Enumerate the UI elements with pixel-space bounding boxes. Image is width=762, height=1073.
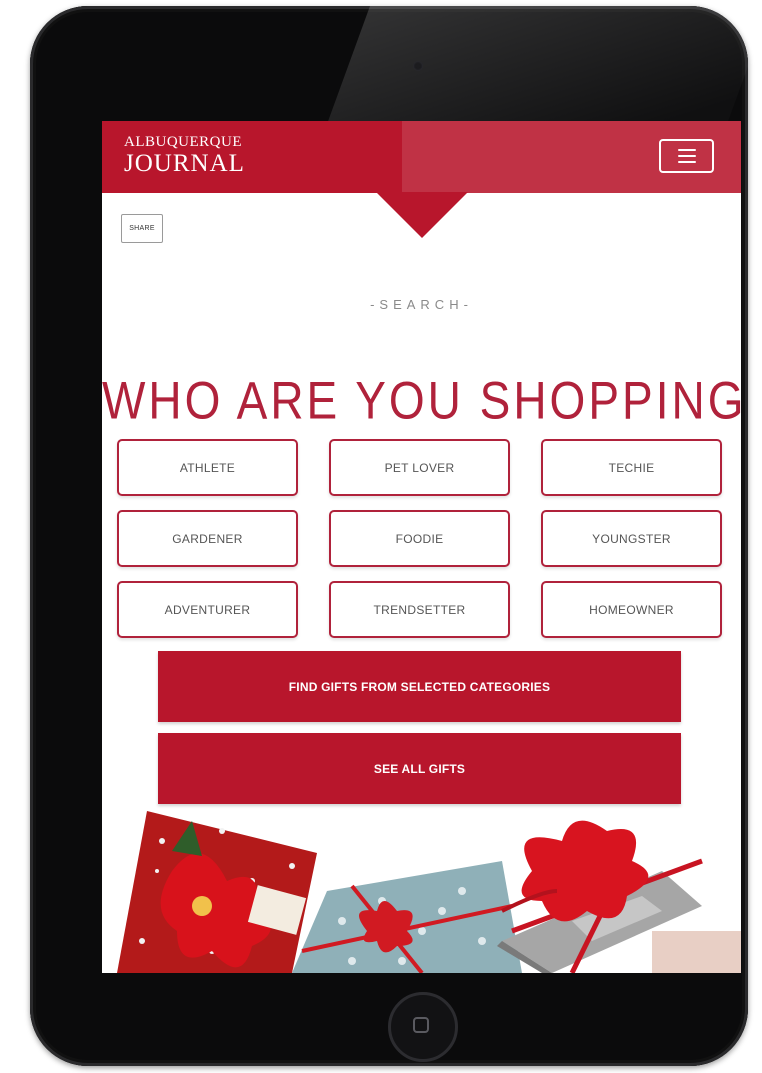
category-techie[interactable]: TECHIE	[541, 439, 722, 496]
category-pet-lover[interactable]: PET LOVER	[329, 439, 510, 496]
red-gift-box	[117, 811, 317, 973]
share-button[interactable]: SHARE	[121, 214, 163, 243]
search-label: -SEARCH-	[370, 297, 473, 312]
header-pointer	[376, 192, 468, 238]
site-header: ALBUQUERQUE JOURNAL	[102, 121, 741, 193]
hamburger-menu-icon[interactable]	[659, 139, 714, 173]
front-camera	[413, 61, 423, 71]
site-logo[interactable]: ALBUQUERQUE JOURNAL	[124, 134, 245, 177]
category-gardener[interactable]: GARDENER	[117, 510, 298, 567]
home-button-icon[interactable]	[388, 992, 458, 1062]
category-athlete[interactable]: ATHLETE	[117, 439, 298, 496]
category-youngster[interactable]: YOUNGSTER	[541, 510, 722, 567]
logo-top-text: ALBUQUERQUE	[124, 134, 242, 150]
see-all-gifts-button[interactable]: SEE ALL GIFTS	[158, 733, 681, 804]
gift-boxes-image	[117, 811, 741, 973]
category-adventurer[interactable]: ADVENTURER	[117, 581, 298, 638]
silver-gift-box	[497, 820, 741, 973]
page-title: WHO ARE YOU SHOPPING FOR?	[102, 370, 741, 430]
category-homeowner[interactable]: HOMEOWNER	[541, 581, 722, 638]
logo-bottom-text: JOURNAL	[124, 150, 245, 177]
category-trendsetter[interactable]: TRENDSETTER	[329, 581, 510, 638]
category-foodie[interactable]: FOODIE	[329, 510, 510, 567]
tablet-frame: ALBUQUERQUE JOURNAL SHARE -SEARCH- WHO A…	[30, 6, 748, 1066]
find-gifts-button[interactable]: FIND GIFTS FROM SELECTED CATEGORIES	[158, 651, 681, 722]
tablet-screen: ALBUQUERQUE JOURNAL SHARE -SEARCH- WHO A…	[102, 121, 741, 973]
blue-gift-box	[292, 861, 522, 973]
